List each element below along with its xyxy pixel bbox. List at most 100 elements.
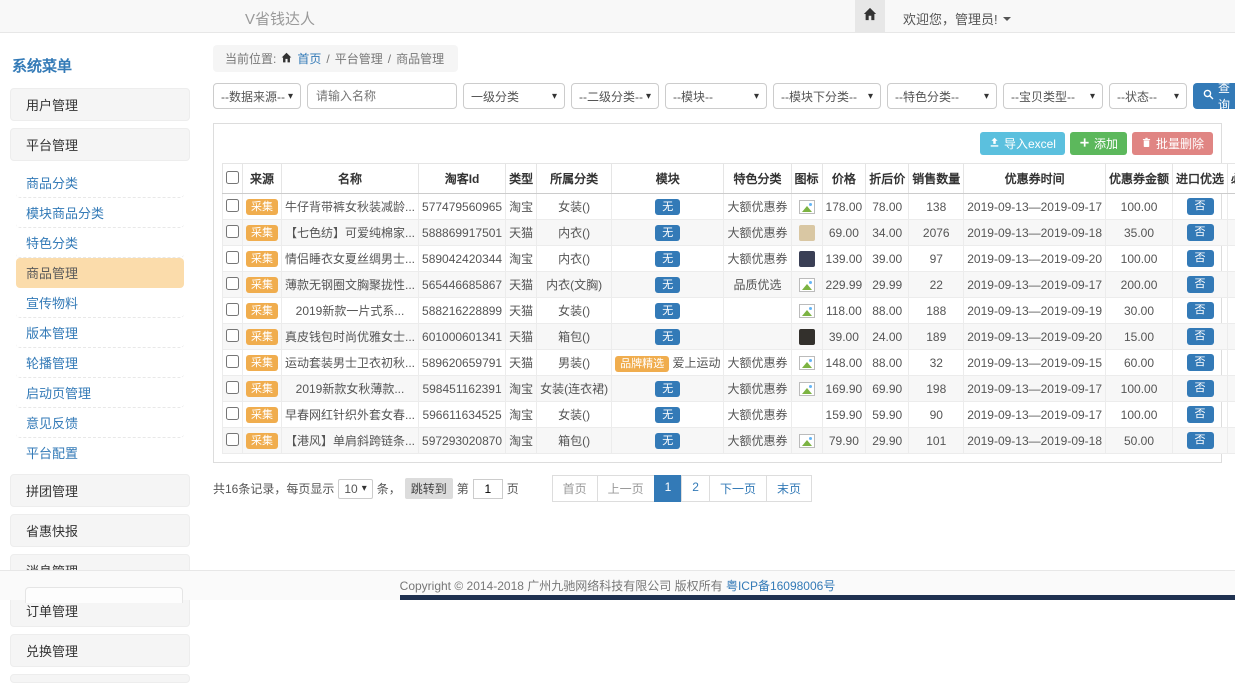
row-checkbox[interactable]	[226, 381, 239, 394]
sidebar-item-partial	[25, 587, 183, 603]
coupon-amount: 30.00	[1106, 298, 1173, 324]
coupon-amount: 200.00	[1106, 272, 1173, 298]
sidebar-item[interactable]: 模块商品分类	[16, 198, 184, 228]
sidebar-item[interactable]: 宣传物料	[16, 288, 184, 318]
home-button[interactable]	[855, 0, 885, 32]
filter-select-value: --数据来源--	[221, 88, 285, 105]
sidebar-item[interactable]: 意见反馈	[16, 408, 184, 438]
column-header: 所属分类	[537, 164, 612, 194]
sidebar-item[interactable]: 平台配置	[16, 438, 184, 467]
sidebar-item[interactable]: 特色分类	[16, 228, 184, 258]
sidebar-group[interactable]: 平台管理	[10, 128, 190, 161]
import-select-toggle[interactable]: 否	[1187, 380, 1214, 397]
row-checkbox[interactable]	[226, 277, 239, 290]
add-button[interactable]: 添加	[1070, 132, 1127, 155]
import-select-toggle[interactable]: 否	[1187, 276, 1214, 293]
row-checkbox[interactable]	[226, 199, 239, 212]
breadcrumb-prefix: 当前位置:	[225, 50, 276, 67]
sales-count: 90	[909, 402, 964, 428]
feature-category: 品质优选	[724, 272, 791, 298]
filter-select[interactable]: --模块--▾	[665, 83, 767, 109]
column-header: 优惠券金额	[1106, 164, 1173, 194]
chevron-down-icon: ▾	[1174, 91, 1179, 102]
user-menu[interactable]: 欢迎您，管理员!	[903, 9, 1011, 28]
search-button[interactable]: 查询	[1193, 83, 1235, 109]
row-checkbox[interactable]	[226, 329, 239, 342]
sidebar-item[interactable]: 启动页管理	[16, 378, 184, 408]
coupon-time: 2019-09-13—2019-09-19	[964, 298, 1106, 324]
coupon-time: 2019-09-13—2019-09-17	[964, 272, 1106, 298]
category: 内衣()	[537, 246, 612, 272]
import-select-cell: 否	[1173, 272, 1228, 298]
filter-select-value: --特色分类--	[895, 88, 959, 105]
feature-category	[724, 298, 791, 324]
sidebar-item[interactable]: 轮播管理	[16, 348, 184, 378]
filter-select[interactable]: --宝贝类型--▾	[1003, 83, 1103, 109]
sidebar-group[interactable]: 兑换管理	[10, 634, 190, 667]
page-button[interactable]: 2	[681, 475, 710, 502]
sidebar-group[interactable]: 省惠快报	[10, 514, 190, 547]
page-button[interactable]: 首页	[552, 475, 598, 502]
coupon-amount: 35.00	[1106, 220, 1173, 246]
category: 箱包()	[537, 428, 612, 454]
discount-price: 88.00	[866, 298, 909, 324]
filter-select[interactable]: --模块下分类--▾	[773, 83, 881, 109]
icon-cell	[791, 298, 822, 324]
sidebar-group[interactable]: 拼团管理	[10, 474, 190, 507]
page-button[interactable]: 1	[654, 475, 683, 502]
row-checkbox[interactable]	[226, 407, 239, 420]
search-input[interactable]	[307, 83, 457, 109]
price: 69.00	[822, 220, 866, 246]
batch-delete-button[interactable]: 批量删除	[1132, 132, 1213, 155]
import-select-toggle[interactable]: 否	[1187, 354, 1214, 371]
import-select-toggle[interactable]: 否	[1187, 198, 1214, 215]
row-checkbox[interactable]	[226, 303, 239, 316]
page-number-input[interactable]	[473, 479, 503, 499]
sidebar-group[interactable]: 用户管理	[10, 88, 190, 121]
select-all-checkbox[interactable]	[226, 171, 239, 184]
source-badge: 采集	[246, 277, 278, 293]
import-select-cell: 否	[1173, 350, 1228, 376]
import-select-toggle[interactable]: 否	[1187, 302, 1214, 319]
row-checkbox[interactable]	[226, 225, 239, 238]
module-badge: 无	[655, 277, 680, 293]
filter-select[interactable]: 一级分类▾	[463, 83, 565, 109]
filter-select[interactable]: --二级分类--▾	[571, 83, 659, 109]
import-select-toggle[interactable]: 否	[1187, 328, 1214, 345]
import-select-toggle[interactable]: 否	[1187, 224, 1214, 241]
row-checkbox[interactable]	[226, 355, 239, 368]
sidebar-item[interactable]: 商品管理	[16, 258, 184, 288]
row-checkbox[interactable]	[226, 433, 239, 446]
per-page-select[interactable]: 10 ▾	[338, 479, 372, 499]
jump-button[interactable]: 跳转到	[405, 478, 453, 499]
import-select-toggle[interactable]: 否	[1187, 250, 1214, 267]
feature-category: 大额优惠券	[724, 428, 791, 454]
toolbar: 导入excel 添加 批量删除	[222, 132, 1213, 155]
import-select-toggle[interactable]: 否	[1187, 406, 1214, 423]
discount-price: 24.00	[866, 324, 909, 350]
import-select-toggle[interactable]: 否	[1187, 432, 1214, 449]
page-button[interactable]: 上一页	[597, 475, 655, 502]
filter-select-value: --宝贝类型--	[1011, 88, 1075, 105]
sidebar-group[interactable]	[10, 674, 190, 683]
sales-count: 188	[909, 298, 964, 324]
icp-link[interactable]: 粤ICP备16098006号	[726, 577, 835, 594]
import-excel-button[interactable]: 导入excel	[980, 132, 1065, 155]
sidebar-item[interactable]: 商品分类	[16, 168, 184, 198]
filter-select[interactable]: --数据来源--▾	[213, 83, 301, 109]
column-header: 价格	[822, 164, 866, 194]
column-header: 优惠券时间	[964, 164, 1106, 194]
icon-cell	[791, 402, 822, 428]
coupon-time: 2019-09-13—2019-09-18	[964, 220, 1106, 246]
sidebar-item[interactable]: 版本管理	[16, 318, 184, 348]
page-button[interactable]: 末页	[766, 475, 812, 502]
column-header: 名称	[282, 164, 419, 194]
page-button[interactable]: 下一页	[709, 475, 767, 502]
row-checkbox-cell	[223, 376, 243, 402]
sales-count: 101	[909, 428, 964, 454]
filter-select[interactable]: --特色分类--▾	[887, 83, 997, 109]
row-checkbox[interactable]	[226, 251, 239, 264]
filter-select[interactable]: --状态--▾	[1109, 83, 1187, 109]
coupon-time: 2019-09-13—2019-09-17	[964, 402, 1106, 428]
breadcrumb-home-link[interactable]: 首页	[297, 50, 321, 67]
